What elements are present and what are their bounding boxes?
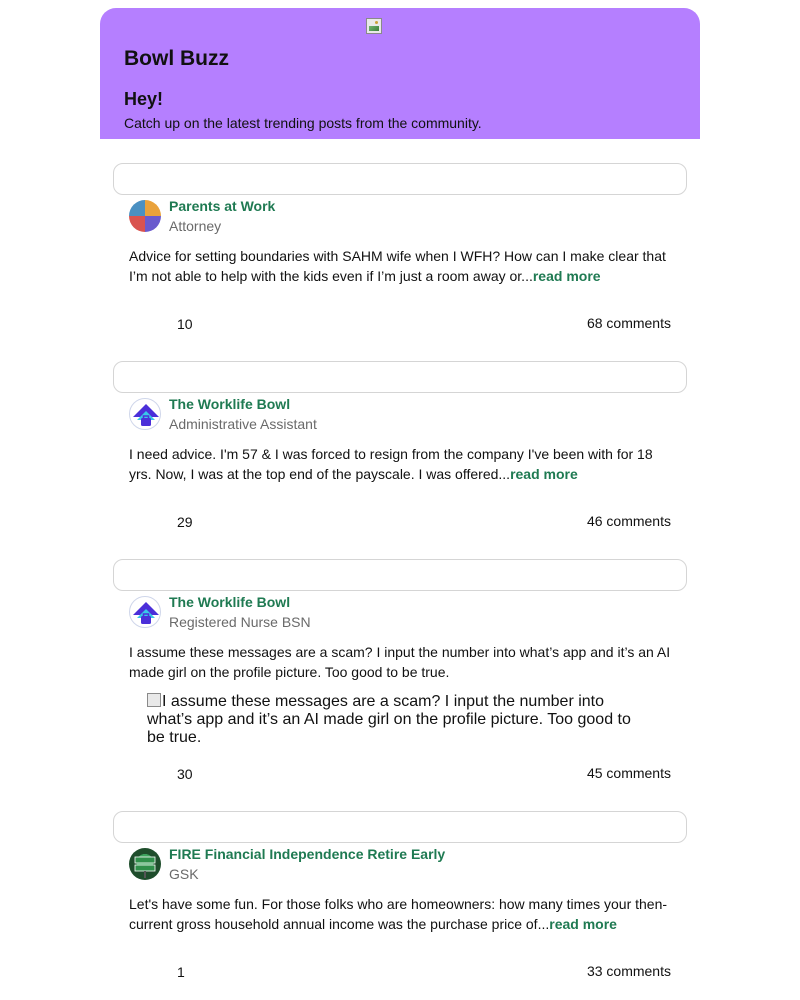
bowl-avatar[interactable] <box>129 398 161 430</box>
post-image[interactable]: I assume these messages are a scam? I in… <box>147 693 647 747</box>
author-role: Registered Nurse BSN <box>169 614 311 630</box>
post-text: Advice for setting boundaries with SAHM … <box>129 246 677 286</box>
bowl-name[interactable]: The Worklife Bowl <box>169 594 290 610</box>
author-role: Administrative Assistant <box>169 416 317 432</box>
author-role: Attorney <box>169 218 222 234</box>
post-text: I need advice. I'm 57 & I was forced to … <box>129 444 677 484</box>
broken-image-icon <box>147 693 161 707</box>
bowl-name[interactable]: FIRE Financial Independence Retire Early <box>169 846 445 862</box>
worklife-logo-icon <box>133 602 159 624</box>
fire-sign-icon <box>134 856 156 878</box>
comments-link[interactable]: 45 comments <box>587 765 671 781</box>
read-more-link[interactable]: read more <box>549 916 617 932</box>
read-more-link[interactable]: read more <box>533 268 601 284</box>
bowl-avatar[interactable] <box>129 596 161 628</box>
bowl-name[interactable]: The Worklife Bowl <box>169 396 290 412</box>
author-role: GSK <box>169 866 199 882</box>
post-text: I assume these messages are a scam? I in… <box>129 644 671 680</box>
bowl-avatar[interactable] <box>129 848 161 880</box>
comments-link[interactable]: 68 comments <box>587 315 671 331</box>
bowl-avatar[interactable] <box>129 200 161 232</box>
post-topbar <box>113 559 687 591</box>
post-topbar <box>113 361 687 393</box>
worklife-logo-icon <box>133 404 159 426</box>
like-count[interactable]: 10 <box>177 316 193 332</box>
post-text: Let's have some fun. For those folks who… <box>129 894 677 934</box>
like-count[interactable]: 1 <box>177 964 185 980</box>
bowl-name[interactable]: Parents at Work <box>169 198 275 214</box>
tagline: Catch up on the latest trending posts fr… <box>124 115 482 131</box>
comments-link[interactable]: 33 comments <box>587 963 671 979</box>
broken-image-icon <box>366 18 382 34</box>
post-image-alt-text: I assume these messages are a scam? I in… <box>147 693 631 746</box>
read-more-link[interactable]: read more <box>510 466 578 482</box>
post-topbar <box>113 163 687 195</box>
like-count[interactable]: 29 <box>177 514 193 530</box>
comments-link[interactable]: 46 comments <box>587 513 671 529</box>
greeting: Hey! <box>124 89 164 109</box>
post-topbar <box>113 811 687 843</box>
like-count[interactable]: 30 <box>177 766 193 782</box>
header-banner: Bowl Buzz Hey! Catch up on the latest tr… <box>100 8 700 139</box>
brand-title: Bowl Buzz <box>124 47 229 70</box>
